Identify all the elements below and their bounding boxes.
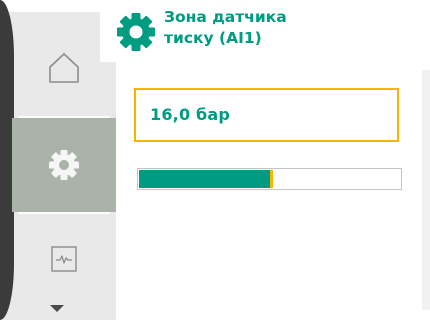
gear-icon: [117, 13, 155, 51]
pressure-progress-fill: [139, 170, 270, 188]
pulse-icon: [51, 246, 77, 272]
sidebar-item-diagnostics[interactable]: [12, 214, 116, 304]
main-panel: 16,0 бар: [116, 70, 430, 310]
pressure-progress-marker: [270, 170, 273, 188]
rail-top-edge: [0, 0, 116, 12]
sidebar-item-settings[interactable]: [12, 118, 116, 212]
page-title-line2: тиску (AI1): [164, 29, 262, 47]
pressure-value: 16,0 бар: [150, 105, 231, 124]
page-title-line1: Зона датчика: [164, 8, 287, 26]
home-icon: [49, 52, 79, 83]
pressure-progress-bar: [137, 168, 402, 190]
triangle-down-icon[interactable]: [50, 305, 64, 312]
header: Зона датчика тиску (AI1): [100, 0, 430, 62]
content-card: 16,0 бар: [116, 70, 422, 310]
sidebar: [0, 0, 116, 320]
page-title: Зона датчика тиску (AI1): [164, 7, 287, 49]
gear-icon: [49, 150, 79, 180]
value-display-field[interactable]: 16,0 бар: [134, 88, 399, 142]
